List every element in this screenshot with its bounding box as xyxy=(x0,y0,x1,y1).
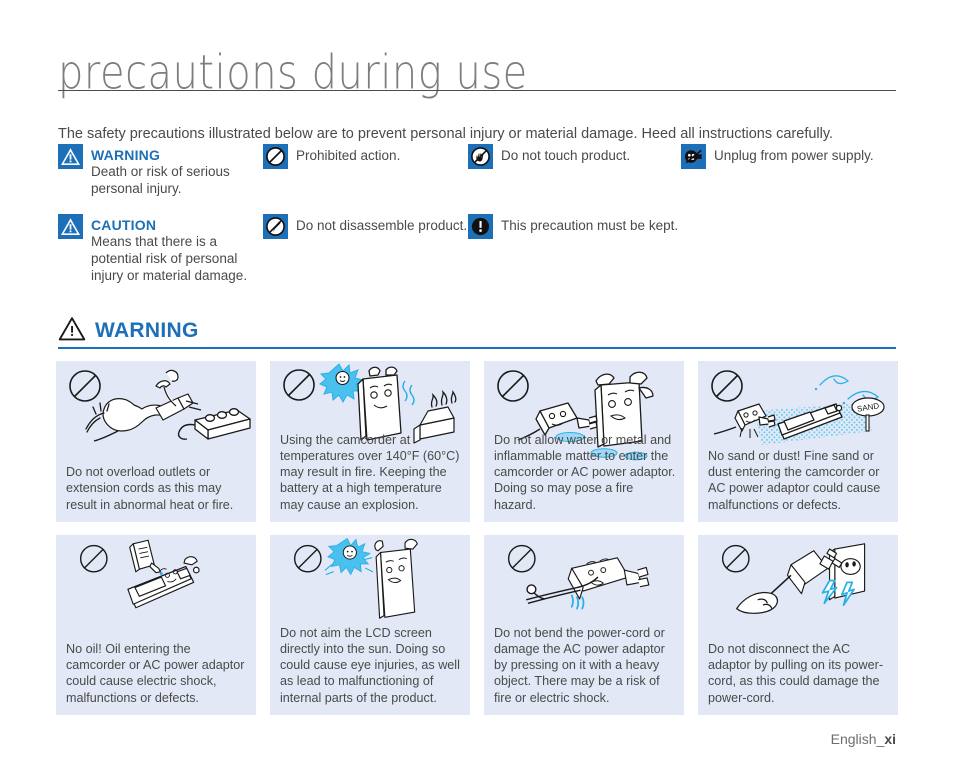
precaution-card-text: Do not allow water or metal and inflamma… xyxy=(494,432,676,512)
legend-prohibited-body: Prohibited action. xyxy=(296,148,401,163)
legend-warning-body: Death or risk of serious personal injury… xyxy=(91,164,230,196)
pulling-cord-outlet-illustration xyxy=(698,535,898,627)
legend-unplug-body: Unplug from power supply. xyxy=(714,148,874,163)
precaution-card-high-temperature: Using the camcorder at temperatures over… xyxy=(270,361,470,522)
legend-item-unplug: Unplug from power supply. xyxy=(681,144,931,169)
intro-paragraph: The safety precautions illustrated below… xyxy=(58,125,834,142)
title-divider xyxy=(58,90,896,91)
warning-section-header: WARNING xyxy=(58,314,896,348)
legend-warning-text: WARNING Death or risk of serious persona… xyxy=(91,144,258,197)
footer-page-number: xi xyxy=(884,731,896,747)
warning-section-title: WARNING xyxy=(95,319,199,342)
precaution-card-disconnect-by-cord: Do not disconnect the AC adaptor by pull… xyxy=(698,535,898,715)
legend-do-not-touch-body: Do not touch product. xyxy=(501,148,631,163)
precaution-card-bend-power-cord: Do not bend the power-cord or damage the… xyxy=(484,535,684,715)
precaution-card-text: No sand or dust! Fine sand or dust enter… xyxy=(708,448,881,512)
precaution-card-lcd-into-sun: Do not aim the LCD screen directly into … xyxy=(270,535,470,715)
plug-overload-illustration xyxy=(56,361,256,466)
legend-item-do-not-disassemble: Do not disassemble product. xyxy=(263,214,483,239)
warning-triangle-outline-icon xyxy=(58,316,86,347)
caution-triangle-icon xyxy=(58,214,83,239)
precaution-card-text: No oil! Oil entering the camcorder or AC… xyxy=(66,641,245,705)
precaution-card-grid: Do not overload outlets or extension cor… xyxy=(56,361,898,715)
must-be-kept-icon xyxy=(468,214,493,239)
precaution-card-text: Do not bend the power-cord or damage the… xyxy=(494,625,665,705)
legend-warning-heading: WARNING xyxy=(91,147,161,163)
legend-item-prohibited: Prohibited action. xyxy=(263,144,473,169)
bent-cord-adaptor-illustration xyxy=(484,535,684,627)
legend-caution-text: CAUTION Means that there is a potential … xyxy=(91,214,258,284)
precaution-card-overload-outlets: Do not overload outlets or extension cor… xyxy=(56,361,256,522)
legend-must-be-kept-body: This precaution must be kept. xyxy=(501,218,679,233)
legend-item-warning: WARNING Death or risk of serious persona… xyxy=(58,144,258,197)
precaution-card-water-or-metal: Do not allow water or metal and inflamma… xyxy=(484,361,684,522)
precaution-card-text: Do not aim the LCD screen directly into … xyxy=(280,625,460,705)
warning-section-divider xyxy=(58,347,896,349)
page-title: precautions during use xyxy=(58,46,528,101)
footer-language-label: English_ xyxy=(830,731,885,747)
warning-triangle-icon xyxy=(58,144,83,169)
legend-item-must-be-kept: This precaution must be kept. xyxy=(468,214,683,239)
unplug-power-icon xyxy=(681,144,706,169)
legend-caution-heading: CAUTION xyxy=(91,217,157,233)
do-not-touch-icon xyxy=(468,144,493,169)
prohibited-action-icon xyxy=(263,144,288,169)
precaution-card-no-oil: No oil! Oil entering the camcorder or AC… xyxy=(56,535,256,715)
legend-item-do-not-touch: Do not touch product. xyxy=(468,144,683,169)
oil-bottle-camcorder-illustration xyxy=(56,535,256,627)
page-title-wrap: precautions during use xyxy=(58,46,896,100)
do-not-disassemble-icon xyxy=(263,214,288,239)
legend-item-caution: CAUTION Means that there is a potential … xyxy=(58,214,258,284)
precaution-card-text: Do not disconnect the AC adaptor by pull… xyxy=(708,641,884,705)
precaution-card-text: Do not overload outlets or extension cor… xyxy=(66,465,234,512)
legend-caution-body: Means that there is a potential risk of … xyxy=(91,234,248,283)
manual-page: precautions during use The safety precau… xyxy=(0,0,954,766)
precaution-card-text: Using the camcorder at temperatures over… xyxy=(280,432,460,512)
footer-page-indicator: English_xi xyxy=(831,731,896,747)
lcd-sun-illustration xyxy=(270,535,470,627)
legend-do-not-disassemble-body: Do not disassemble product. xyxy=(296,218,468,233)
precaution-card-sand-or-dust: SAND No sand or dust! Fine sand or dust … xyxy=(698,361,898,522)
